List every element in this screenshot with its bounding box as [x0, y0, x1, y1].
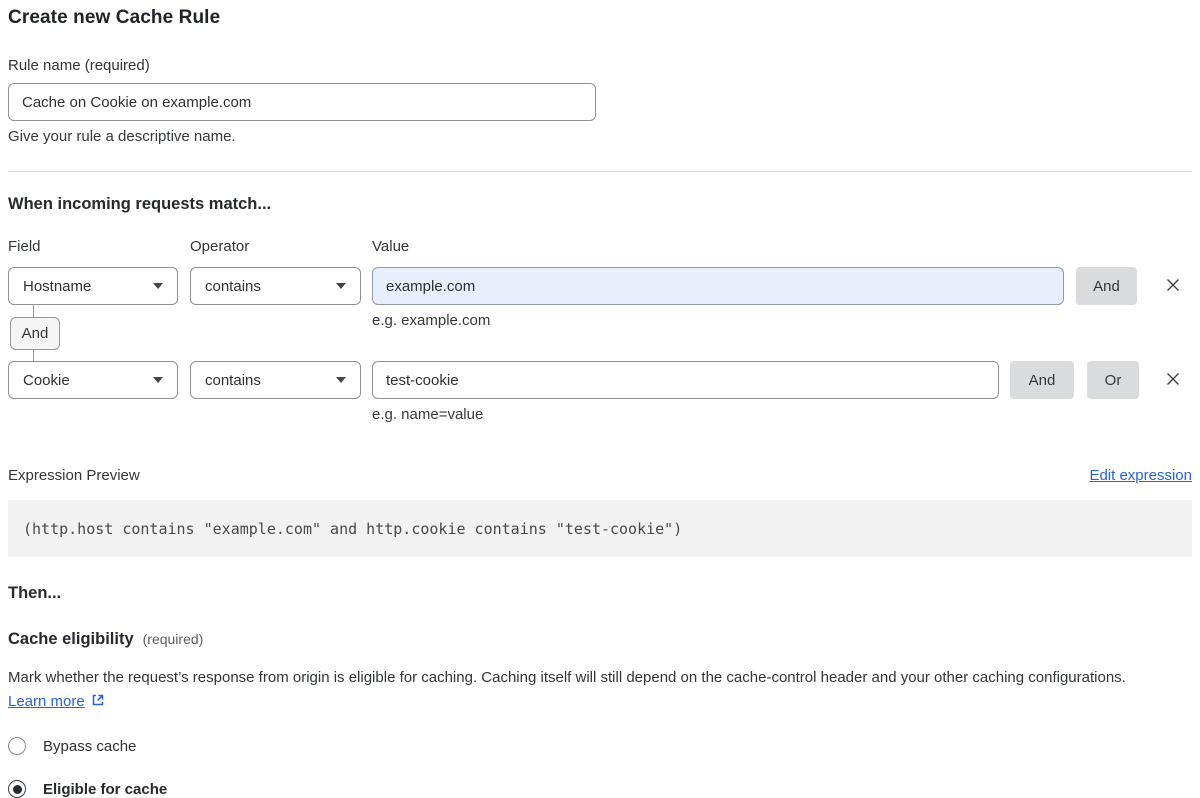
page-title: Create new Cache Rule [8, 0, 1192, 29]
rule-name-help: Give your rule a descriptive name. [8, 128, 1192, 145]
match-heading: When incoming requests match... [8, 195, 1192, 214]
condition-row-1: Hostname contains And [8, 267, 1192, 305]
remove-condition-button-1[interactable] [1162, 275, 1184, 297]
builder-column-labels: Field Operator Value [8, 238, 1192, 255]
value-hint-1: e.g. example.com [372, 312, 1192, 329]
remove-condition-button-2[interactable] [1162, 369, 1184, 391]
connector-line [33, 350, 34, 361]
radio-icon [8, 780, 26, 798]
rule-name-input[interactable] [8, 83, 596, 121]
radio-label: Bypass cache [43, 738, 136, 755]
radio-dot [13, 785, 22, 794]
radio-option-bypass-cache[interactable]: Bypass cache [8, 737, 1192, 755]
chevron-down-icon [153, 283, 163, 289]
radio-option-eligible-for-cache[interactable]: Eligible for cache [8, 780, 1192, 798]
condition-row-2: Cookie contains And Or [8, 361, 1192, 399]
x-icon [1164, 276, 1182, 297]
cache-eligibility-description: Mark whether the request’s response from… [8, 666, 1166, 715]
edit-expression-link[interactable]: Edit expression [1089, 467, 1192, 484]
field-select-2[interactable]: Cookie [8, 361, 178, 399]
create-cache-rule-page: Create new Cache Rule Rule name (require… [0, 0, 1200, 798]
expression-preview-label: Expression Preview [8, 467, 140, 484]
x-icon [1164, 370, 1182, 391]
required-note: (required) [143, 631, 204, 647]
chevron-down-icon [153, 377, 163, 383]
connector-and-button[interactable]: And [10, 317, 60, 350]
cache-eligibility-title: Cache eligibility [8, 630, 134, 649]
add-or-button-2[interactable]: Or [1087, 361, 1139, 399]
expression-preview-header: Expression Preview Edit expression [8, 467, 1192, 484]
add-and-button-2[interactable]: And [1010, 361, 1074, 399]
value-input-1[interactable] [372, 267, 1064, 305]
rule-builder-rows: Hostname contains And e.g. example.com A… [8, 267, 1192, 423]
field-select-1-value: Hostname [23, 278, 91, 295]
field-select-2-value: Cookie [23, 372, 70, 389]
value-column-label: Value [372, 238, 409, 255]
field-select-1[interactable]: Hostname [8, 267, 178, 305]
expression-preview-code: (http.host contains "example.com" and ht… [8, 500, 1192, 557]
operator-select-1-value: contains [205, 278, 261, 295]
operator-select-1[interactable]: contains [190, 267, 361, 305]
then-heading: Then... [8, 584, 1192, 603]
value-hint-2: e.g. name=value [372, 406, 1192, 423]
radio-icon [8, 737, 26, 755]
operator-select-2-value: contains [205, 372, 261, 389]
radio-label: Eligible for cache [43, 781, 167, 798]
chevron-down-icon [336, 377, 346, 383]
operator-column-label: Operator [190, 238, 372, 255]
external-link-icon [91, 691, 105, 715]
connector-line [33, 305, 34, 317]
field-column-label: Field [8, 238, 190, 255]
add-and-button-1[interactable]: And [1076, 267, 1137, 305]
description-text: Mark whether the request’s response from… [8, 669, 1126, 686]
operator-select-2[interactable]: contains [190, 361, 361, 399]
value-input-2[interactable] [372, 361, 999, 399]
chevron-down-icon [336, 283, 346, 289]
rule-name-label: Rule name (required) [8, 57, 1192, 74]
condition-connector: And [10, 317, 60, 350]
section-divider [8, 171, 1192, 172]
cache-eligibility-heading: Cache eligibility (required) [8, 630, 1192, 649]
learn-more-link[interactable]: Learn more [8, 693, 85, 710]
